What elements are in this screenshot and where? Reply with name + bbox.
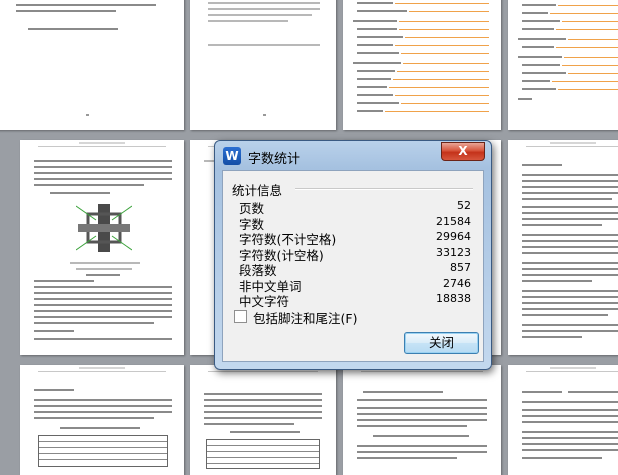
include-footnotes-checkbox[interactable]	[234, 310, 247, 323]
stat-row-chars-no-spaces: 字符数(不计空格) 29964	[239, 229, 471, 247]
word-count-dialog[interactable]: W 字数统计 X 统计信息 页数 52 字数 21584 字符数(不计空格) 2…	[214, 140, 492, 370]
include-footnotes-label[interactable]: 包括脚注和尾注(F)	[253, 308, 357, 327]
stat-value: 29964	[436, 230, 471, 243]
stat-row-chars-with-spaces: 字符数(计空格) 33123	[239, 245, 471, 263]
dialog-titlebar[interactable]: W 字数统计 X	[215, 141, 491, 169]
close-dialog-button[interactable]: 关闭	[404, 332, 479, 354]
dialog-content: 统计信息 页数 52 字数 21584 字符数(不计空格) 29964 字符数(…	[222, 170, 484, 362]
stat-value: 2746	[443, 276, 471, 290]
stat-value: 18838	[436, 292, 471, 305]
stat-row-paragraphs: 段落数 857	[239, 260, 471, 278]
document-table	[206, 439, 320, 469]
statistics-group-title: 统计信息	[232, 183, 283, 198]
stat-row-non-chinese-words: 非中文单词 2746	[239, 276, 471, 294]
wps-writer-icon: W	[223, 147, 241, 165]
stat-row-words: 字数 21584	[239, 214, 471, 232]
document-page-thumbnail[interactable]	[190, 0, 336, 130]
document-page-thumbnail[interactable]	[508, 140, 618, 355]
stat-value: 33123	[436, 245, 471, 259]
group-divider	[295, 188, 473, 190]
document-table	[38, 435, 168, 467]
stat-value: 857	[450, 261, 471, 274]
stat-row-pages: 页数 52	[239, 198, 471, 216]
stat-value: 52	[457, 199, 471, 212]
stat-row-chinese-chars: 中文字符 18838	[239, 291, 471, 309]
dialog-title: 字数统计	[248, 152, 301, 167]
document-page-thumbnail[interactable]	[508, 0, 618, 130]
document-page-thumbnail[interactable]	[0, 0, 184, 130]
stat-value: 21584	[436, 214, 471, 228]
statistics-list: 页数 52 字数 21584 字符数(不计空格) 29964 字符数(计空格) …	[239, 198, 471, 309]
figure-illustration	[76, 204, 132, 252]
document-page-thumbnail[interactable]	[20, 140, 184, 355]
close-icon: X	[458, 144, 468, 158]
document-page-thumbnail[interactable]	[343, 0, 501, 130]
close-button[interactable]: X	[441, 142, 485, 161]
